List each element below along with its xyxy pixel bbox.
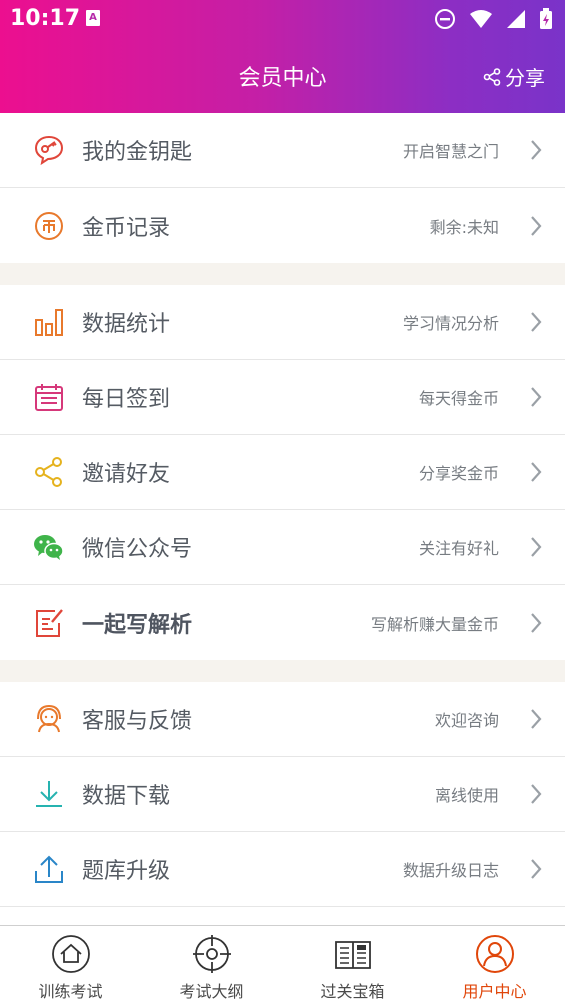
status-bar: 10:17 A (0, 0, 565, 40)
tab-exam-outline[interactable]: 考试大纲 (141, 926, 282, 1005)
chevron-right-icon (531, 859, 542, 879)
tab-user-center[interactable]: 用户中心 (424, 926, 565, 1005)
menu-item-wechat-official[interactable]: 微信公众号 关注有好礼 (0, 510, 565, 585)
menu-item-hint: 离线使用 (434, 786, 499, 805)
chevron-right-icon (531, 215, 542, 236)
tab-label: 训练考试 (38, 982, 103, 1001)
section-divider (0, 660, 565, 682)
menu-item-label: 数据下载 (82, 784, 171, 809)
coin-icon (35, 211, 63, 240)
chevron-right-icon (531, 709, 542, 729)
menu-item-label: 邀请好友 (82, 462, 171, 487)
menu-item-customer-service[interactable]: 客服与反馈 欢迎咨询 (0, 682, 565, 757)
dnd-icon (434, 9, 455, 29)
newspaper-icon (334, 941, 371, 969)
battery-icon (540, 8, 552, 29)
write-icon (36, 608, 63, 637)
chevron-right-icon (531, 312, 542, 332)
tab-pass-treasure[interactable]: 过关宝箱 (282, 926, 423, 1005)
share-button[interactable]: 分享 (483, 62, 545, 91)
menu-item-hint: 开启智慧之门 (402, 142, 499, 161)
wechat-icon (34, 535, 64, 560)
status-icons (426, 8, 553, 30)
share-icon (35, 457, 62, 487)
page-title: 会员中心 (238, 66, 327, 91)
menu-item-coin-record[interactable]: 金币记录 剩余:未知 (0, 188, 565, 263)
menu-item-hint: 写解析赚大量金币 (370, 614, 499, 634)
share-label: 分享 (505, 66, 545, 90)
download-icon (36, 781, 62, 807)
menu-item-hint: 欢迎咨询 (434, 711, 499, 730)
menu-item-label: 数据统计 (82, 312, 171, 337)
tab-label: 用户中心 (462, 982, 527, 1001)
wifi-icon (469, 10, 492, 28)
calendar-icon (35, 384, 63, 411)
chevron-right-icon (531, 537, 542, 557)
menu-item-invite-friends[interactable]: 邀请好友 分享奖金币 (0, 435, 565, 510)
user-icon (475, 935, 514, 973)
menu-item-label: 一起写解析 (82, 612, 193, 638)
section-divider (0, 263, 565, 285)
menu-item-statistics[interactable]: 数据统计 学习情况分析 (0, 285, 565, 360)
menu-item-label: 客服与反馈 (82, 709, 193, 734)
chevron-right-icon (531, 387, 542, 407)
customer-service-icon (37, 704, 61, 733)
chevron-right-icon (531, 784, 542, 804)
menu-item-data-download[interactable]: 数据下载 离线使用 (0, 757, 565, 832)
menu-list: 我的金钥匙 开启智慧之门 金币记录 剩余:未知 数据统计 学习情况分析 每日签到… (0, 113, 565, 907)
menu-item-bank-upgrade[interactable]: 题库升级 数据升级日志 (0, 832, 565, 907)
home-icon (51, 935, 90, 973)
tab-label: 过关宝箱 (320, 982, 385, 1001)
menu-item-hint: 剩余:未知 (429, 217, 499, 237)
menu-item-label: 题库升级 (82, 859, 171, 884)
menu-item-hint: 数据升级日志 (402, 861, 499, 880)
menu-item-label: 金币记录 (82, 215, 171, 241)
chevron-right-icon (531, 612, 542, 633)
app-notification-icon: A (86, 10, 100, 26)
status-time: 10:17 (10, 6, 81, 31)
header: 10:17 A 会员中心 分享 (0, 0, 565, 113)
chevron-right-icon (531, 462, 542, 482)
bar-chart-icon (35, 309, 63, 336)
chevron-right-icon (531, 140, 542, 160)
upload-icon (35, 855, 63, 883)
menu-item-hint: 学习情况分析 (402, 314, 499, 333)
menu-item-daily-checkin[interactable]: 每日签到 每天得金币 (0, 360, 565, 435)
key-chat-icon (34, 135, 64, 166)
menu-item-write-analysis[interactable]: 一起写解析 写解析赚大量金币 (0, 585, 565, 660)
menu-item-label: 每日签到 (82, 387, 171, 412)
tab-training-exam[interactable]: 训练考试 (0, 926, 141, 1005)
menu-item-hint: 每天得金币 (418, 389, 499, 408)
menu-item-hint: 分享奖金币 (418, 464, 499, 483)
signal-icon (506, 10, 525, 28)
tab-label: 考试大纲 (179, 982, 244, 1001)
bottom-tab-bar: 训练考试 考试大纲 过关宝箱 用户中心 (0, 925, 565, 1004)
target-icon (192, 935, 231, 973)
menu-item-golden-key[interactable]: 我的金钥匙 开启智慧之门 (0, 113, 565, 188)
menu-item-label: 微信公众号 (82, 537, 193, 562)
share-icon (483, 67, 501, 86)
menu-item-hint: 关注有好礼 (418, 539, 499, 558)
menu-item-label: 我的金钥匙 (82, 140, 193, 165)
